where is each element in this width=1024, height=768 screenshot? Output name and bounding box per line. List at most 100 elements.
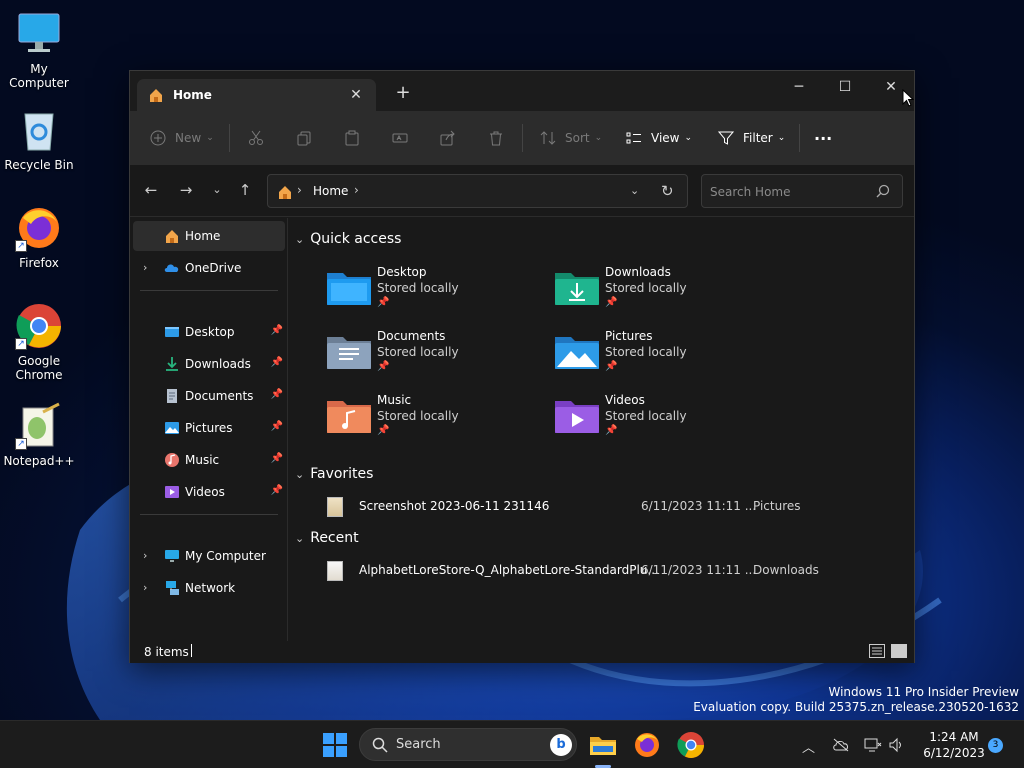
share-button[interactable] <box>440 124 456 152</box>
up-arrow-icon[interactable]: ↑ <box>234 179 256 201</box>
quick-access-pictures[interactable]: Pictures Stored locally 📌 <box>555 329 765 385</box>
cut-button[interactable] <box>248 124 264 152</box>
sort-button[interactable]: Sort ⌄ <box>540 124 602 152</box>
nav-item-pictures[interactable]: Pictures 📌 <box>133 413 285 443</box>
nav-item-downloads[interactable]: Downloads 📌 <box>133 349 285 379</box>
search-icon <box>876 184 890 198</box>
minimize-button[interactable]: ─ <box>776 73 822 103</box>
firefox-taskbar-icon[interactable] <box>632 730 662 760</box>
notification-badge[interactable]: 3 <box>988 738 1003 753</box>
paste-button[interactable] <box>344 124 360 152</box>
tile-status: Stored locally <box>605 345 687 359</box>
tiles-view-icon[interactable] <box>891 644 907 658</box>
search-box[interactable] <box>701 174 903 208</box>
breadcrumb-chevron-icon[interactable]: › <box>297 183 302 197</box>
file-explorer-window: Home ✕ + ─ ☐ ✕ New ⌄ Sort ⌄ View ⌄ Filte… <box>129 70 915 663</box>
file-name: AlphabetLoreStore-Q_AlphabetLore-Standar… <box>359 563 659 577</box>
recent-header[interactable]: ⌄ Recent <box>295 530 359 546</box>
chrome-taskbar-icon[interactable] <box>676 730 706 760</box>
forward-arrow-icon[interactable]: → <box>175 179 197 201</box>
nav-item-desktop[interactable]: Desktop 📌 <box>133 317 285 347</box>
nav-item-videos[interactable]: Videos 📌 <box>133 477 285 507</box>
content-pane: ⌄ Quick access Desktop Stored locally 📌 D… <box>289 218 914 641</box>
mouse-cursor-icon <box>902 89 914 107</box>
title-bar[interactable]: Home ✕ + ─ ☐ ✕ <box>130 71 914 111</box>
nav-item-onedrive[interactable]: › OneDrive <box>133 253 285 283</box>
recent-row[interactable]: AlphabetLoreStore-Q_AlphabetLore-Standar… <box>317 558 907 584</box>
tile-name: Videos <box>605 393 645 407</box>
chevron-right-icon[interactable]: › <box>143 581 147 594</box>
watermark-line-1: Windows 11 Pro Insider Preview <box>828 685 1019 699</box>
music-folder-icon <box>327 401 371 433</box>
address-bar[interactable]: › Home › ⌄ ↻ <box>267 174 688 208</box>
filter-button[interactable]: Filter ⌄ <box>718 124 785 152</box>
network-icon <box>166 581 179 595</box>
desktop-icon-notepadpp[interactable]: ↗ Notepad++ <box>0 402 78 468</box>
file-date: 6/11/2023 11:11 ... <box>641 563 757 577</box>
breadcrumb-home[interactable]: Home <box>313 184 348 198</box>
tile-status: Stored locally <box>605 281 687 295</box>
desktop-icon-firefox[interactable]: ↗ Firefox <box>0 204 78 270</box>
image-thumbnail-icon <box>327 497 343 517</box>
tab-home[interactable]: Home ✕ <box>137 79 376 111</box>
file-date: 6/11/2023 11:11 ... <box>641 499 757 513</box>
view-button[interactable]: View ⌄ <box>626 124 692 152</box>
quick-access-documents[interactable]: Documents Stored locally 📌 <box>327 329 537 385</box>
share-icon <box>440 130 455 146</box>
refresh-icon[interactable]: ↻ <box>661 182 674 200</box>
onedrive-offline-icon[interactable] <box>832 738 850 752</box>
address-history-chevron-icon[interactable]: ⌄ <box>630 184 639 197</box>
shortcut-arrow-icon: ↗ <box>15 240 27 252</box>
chevron-up-icon[interactable]: ︿ <box>802 737 815 756</box>
clock-time: 1:24 AM <box>929 730 979 744</box>
desktop-icon-chrome[interactable]: ↗ Google Chrome <box>0 302 78 382</box>
delete-button[interactable] <box>488 124 504 152</box>
more-options-button[interactable]: ··· <box>814 124 832 152</box>
start-windows-icon[interactable] <box>320 730 350 760</box>
nav-item-label: Videos <box>185 485 225 499</box>
add-circle-icon <box>150 130 166 146</box>
breadcrumb-chevron-icon[interactable]: › <box>354 183 359 197</box>
quick-access-videos[interactable]: Videos Stored locally 📌 <box>555 393 765 449</box>
nav-item-label: Pictures <box>185 421 233 435</box>
network-status-icon[interactable] <box>864 737 882 753</box>
quick-access-music[interactable]: Music Stored locally 📌 <box>327 393 537 449</box>
rename-icon <box>392 133 408 143</box>
quick-access-downloads[interactable]: Downloads Stored locally 📌 <box>555 265 765 321</box>
taskbar-search-box[interactable]: Search b <box>359 728 577 761</box>
view-list-icon <box>626 132 641 144</box>
nav-item-network[interactable]: › Network <box>133 573 285 603</box>
new-tab-button[interactable]: + <box>392 83 414 105</box>
bing-icon[interactable]: b <box>550 734 572 756</box>
pin-icon: 📌 <box>605 425 618 436</box>
desktop-icon-my-computer[interactable]: My Computer <box>0 10 78 90</box>
favorites-row[interactable]: Screenshot 2023-06-11 231146 6/11/2023 1… <box>317 494 907 520</box>
desktop-icon-recycle-bin[interactable]: Recycle Bin <box>0 106 78 172</box>
copy-button[interactable] <box>296 124 312 152</box>
nav-item-home[interactable]: Home <box>133 221 285 251</box>
nav-item-label: OneDrive <box>185 261 242 275</box>
quick-access-desktop[interactable]: Desktop Stored locally 📌 <box>327 265 537 321</box>
chevron-right-icon[interactable]: › <box>143 261 147 274</box>
new-button[interactable]: New ⌄ <box>150 124 214 152</box>
favorites-header[interactable]: ⌄ Favorites <box>295 466 373 482</box>
nav-item-music[interactable]: Music 📌 <box>133 445 285 475</box>
recent-locations-chevron-icon[interactable]: ⌄ <box>206 179 228 201</box>
pin-icon: 📌 <box>270 453 283 464</box>
status-bar: 8 items <box>130 641 914 663</box>
details-view-icon[interactable] <box>869 644 885 658</box>
nav-item-label: Documents <box>185 389 254 403</box>
nav-item-my-computer[interactable]: › My Computer <box>133 541 285 571</box>
chevron-down-icon: ⌄ <box>295 233 305 246</box>
maximize-button[interactable]: ☐ <box>822 73 868 103</box>
quick-access-header[interactable]: ⌄ Quick access <box>295 231 401 247</box>
rename-button[interactable] <box>392 124 408 152</box>
file-explorer-taskbar-icon[interactable] <box>588 730 618 760</box>
system-clock[interactable]: 1:24 AM 6/12/2023 <box>914 729 994 761</box>
search-input[interactable] <box>710 183 870 201</box>
volume-icon[interactable] <box>888 737 904 753</box>
chevron-right-icon[interactable]: › <box>143 549 147 562</box>
back-arrow-icon[interactable]: ← <box>140 179 162 201</box>
nav-item-documents[interactable]: Documents 📌 <box>133 381 285 411</box>
tab-close-button[interactable]: ✕ <box>346 85 366 105</box>
